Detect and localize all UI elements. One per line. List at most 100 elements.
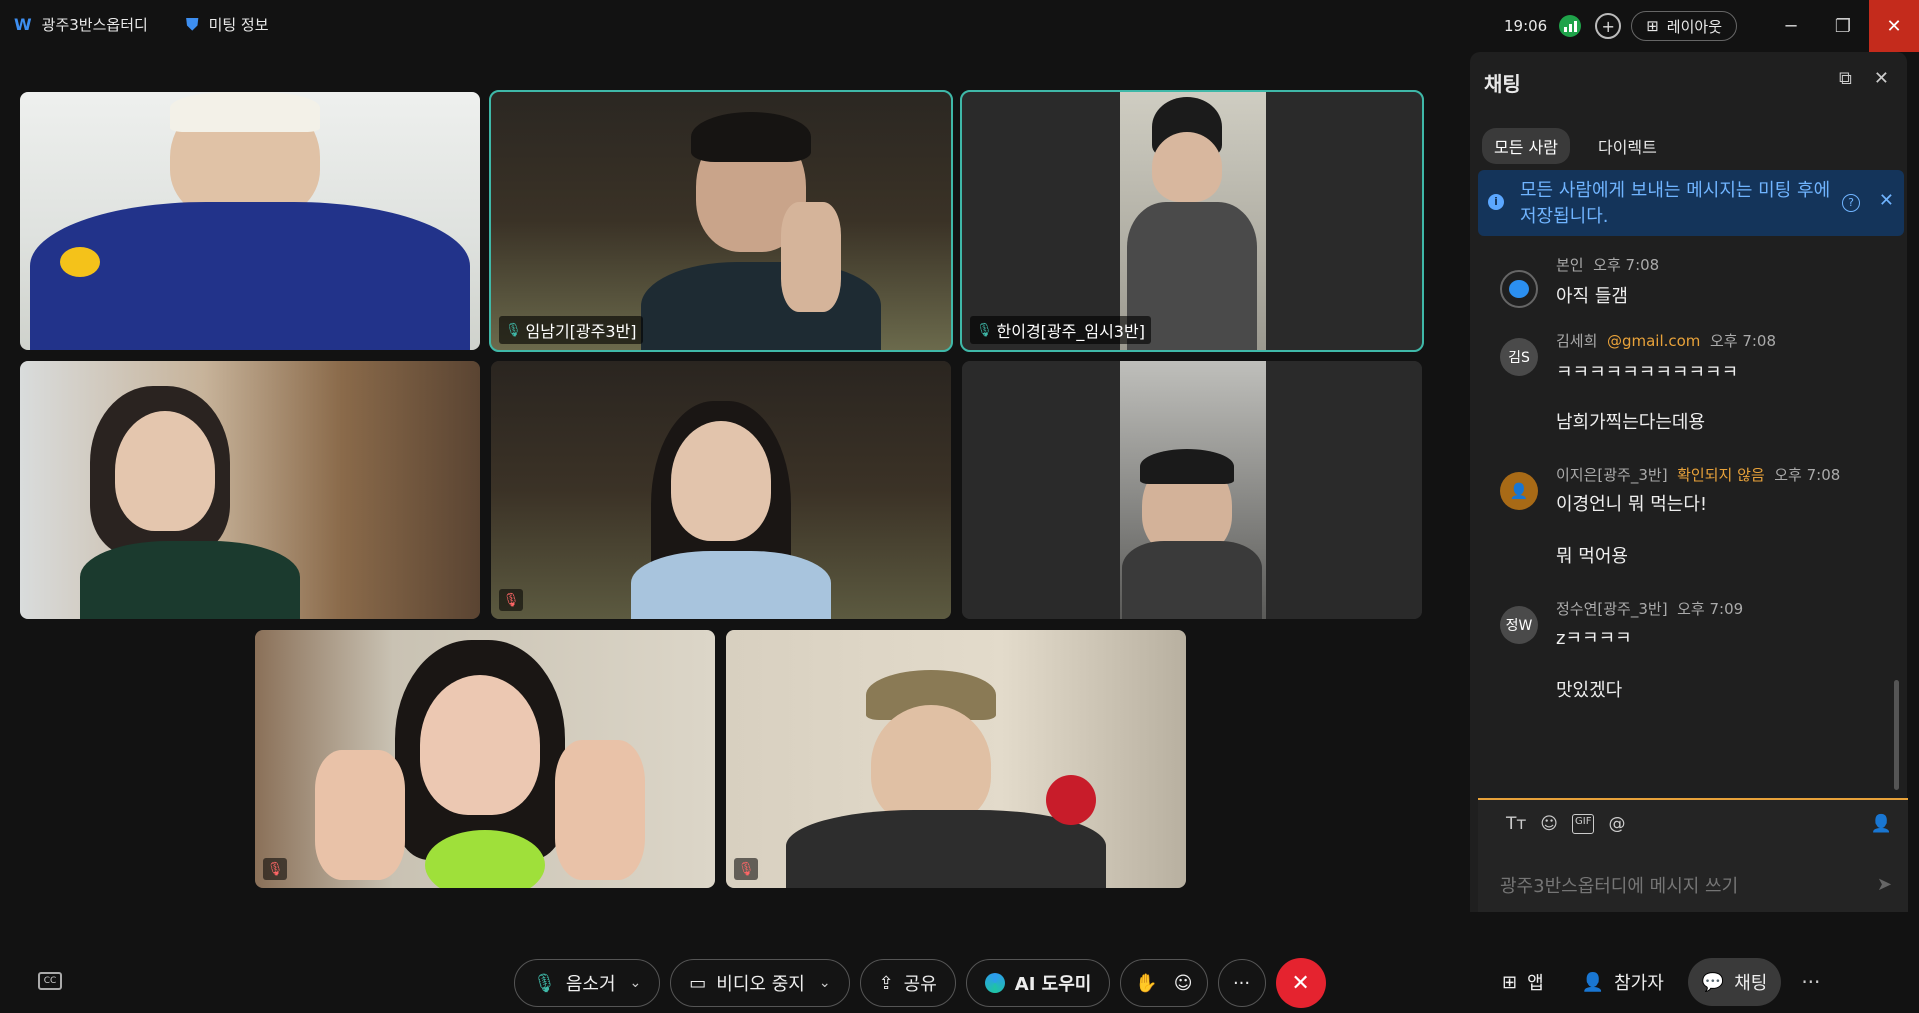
participants-icon: 👤: [1581, 971, 1605, 993]
message-time: 오후 7:08: [1774, 466, 1841, 484]
text-format-icon[interactable]: Tт: [1506, 814, 1526, 834]
reaction-icon[interactable]: ☺: [1174, 973, 1193, 994]
meeting-info-button[interactable]: 미팅 정보: [209, 14, 269, 35]
microphone-icon: 🎙: [533, 972, 556, 994]
layout-label: 레이아웃: [1666, 17, 1722, 36]
close-window-button[interactable]: ✕: [1869, 0, 1919, 52]
stop-video-button[interactable]: ▭ 비디오 중지 ⌄: [670, 959, 850, 1007]
mute-button[interactable]: 🎙 음소거 ⌄: [514, 959, 661, 1007]
gif-icon[interactable]: GIF: [1572, 814, 1595, 834]
ai-assistant-button[interactable]: AI 도우미: [965, 959, 1111, 1007]
video-tile[interactable]: [962, 361, 1422, 619]
sender-name: 이지은[광주_3반]: [1556, 466, 1668, 484]
mute-label: 음소거: [565, 974, 616, 995]
raise-hand-icon[interactable]: ✋: [1135, 973, 1157, 994]
message-text: 아직 들갬: [1556, 286, 1628, 307]
closed-caption-icon[interactable]: CC: [38, 972, 62, 990]
muted-microphone-icon: 🎙: [734, 858, 758, 880]
clock: 19:06: [1503, 17, 1548, 35]
video-camera-icon: ▭: [689, 972, 707, 994]
microphone-icon: 🎙: [505, 322, 522, 338]
message-input[interactable]: [1500, 876, 1840, 897]
chat-bubble-icon: [1509, 280, 1529, 298]
control-bar: CC 🎙 음소거 ⌄ ▭ 비디오 중지 ⌄ ⇪ 공유 AI 도우미 ✋ ☺ ··…: [0, 952, 1919, 1013]
mention-icon[interactable]: @: [1608, 814, 1625, 834]
message-time: 오후 7:08: [1593, 256, 1660, 274]
reactions-button[interactable]: ✋ ☺: [1120, 959, 1208, 1007]
message-text: 남희가찍는다는데용: [1556, 412, 1706, 433]
video-grid: 🎙 임남기[광주3반] 🎙 한이경[광주_임시3반] 🎙 🎙 🎙: [0, 52, 1470, 952]
meeting-name: 광주3반스옵터디: [41, 16, 148, 34]
end-call-button[interactable]: ✕: [1275, 958, 1326, 1008]
more-icon[interactable]: ···: [1791, 970, 1830, 994]
title-bar: W 광주3반스옵터디 ⛊ 미팅 정보 19:06 + ⊞ 레이아웃 ─ ❐ ✕: [0, 0, 1919, 52]
video-tile[interactable]: [20, 361, 480, 619]
participant-name-label: 🎙 임남기[광주3반]: [499, 316, 643, 344]
message-time: 오후 7:09: [1677, 600, 1744, 618]
ai-assistant-icon: [984, 973, 1005, 993]
sender-name: 정수연[광주_3반]: [1556, 600, 1668, 618]
close-icon[interactable]: ✕: [1874, 68, 1889, 89]
message-time: 오후 7:08: [1709, 332, 1777, 350]
layout-button[interactable]: ⊞ 레이아웃: [1631, 11, 1737, 41]
video-tile[interactable]: 🎙: [255, 630, 715, 888]
video-tile[interactable]: 🎙: [726, 630, 1186, 888]
tab-direct[interactable]: 다이렉트: [1586, 128, 1669, 164]
chevron-down-icon[interactable]: ⌄: [630, 975, 642, 991]
muted-microphone-icon: 🎙: [499, 589, 523, 611]
avatar: [1500, 270, 1538, 308]
participant-name-label: 🎙 한이경[광주_임시3반]: [970, 316, 1151, 344]
pop-out-icon[interactable]: ⧉: [1839, 68, 1852, 89]
chat-icon: 💬: [1701, 971, 1725, 993]
help-icon[interactable]: ?: [1842, 194, 1860, 212]
shield-icon[interactable]: ⛊: [186, 15, 199, 35]
tab-everyone[interactable]: 모든 사람: [1482, 128, 1570, 164]
more-options-button[interactable]: ···: [1217, 959, 1266, 1007]
apps-label: 앱: [1527, 973, 1544, 994]
message-text: ㅋㅋㅋㅋㅋㅋㅋㅋㅋㅋㅋ: [1556, 362, 1739, 383]
message-text: zㅋㅋㅋㅋ: [1556, 628, 1632, 649]
chat-notice-banner: i 모든 사람에게 보내는 메시지는 미팅 후에 저장됩니다. ? ✕: [1478, 170, 1904, 236]
unverified-badge: 확인되지 않음: [1677, 466, 1765, 484]
anonymous-person-icon[interactable]: 👤: [1871, 814, 1892, 834]
avatar: 김S: [1500, 338, 1538, 376]
minimize-button[interactable]: ─: [1765, 0, 1817, 52]
apps-icon: ⊞: [1502, 971, 1518, 993]
chevron-down-icon[interactable]: ⌄: [819, 975, 831, 991]
avatar: 정W: [1500, 606, 1538, 644]
participants-button[interactable]: 👤 참가자: [1568, 958, 1678, 1006]
microphone-icon: 🎙: [976, 322, 993, 338]
message-text: 이경언니 뭐 먹는다!: [1556, 494, 1708, 515]
sender-email: @gmail.com: [1606, 332, 1701, 350]
emoji-icon[interactable]: ☺: [1540, 814, 1558, 834]
message-composer: Tт ☺ GIF @ 👤 ➤: [1478, 798, 1908, 912]
video-tile-active-speaker[interactable]: 🎙 한이경[광주_임시3반]: [960, 90, 1424, 352]
ai-label: AI 도우미: [1014, 974, 1092, 995]
apps-button[interactable]: ⊞ 앱: [1488, 958, 1558, 1006]
chat-panel: 채팅 ⧉ ✕ 모든 사람 다이렉트 i 모든 사람에게 보내는 메시지는 미팅 …: [1470, 52, 1919, 952]
notice-text: 모든 사람에게 보내는 메시지는 미팅 후에 저장됩니다.: [1520, 180, 1831, 227]
avatar: 👤: [1500, 472, 1538, 510]
zoom-in-icon[interactable]: +: [1595, 13, 1622, 39]
message-list: 본인 오후 7:08 아직 들갬 김S 김세희 @gmail.com 오후 7:…: [1470, 248, 1907, 788]
sender-name: 김세희: [1556, 332, 1598, 350]
share-label: 공유: [903, 974, 937, 995]
message-text: 맛있겠다: [1556, 680, 1623, 701]
chat-label: 채팅: [1734, 973, 1768, 994]
webex-logo-icon: W: [14, 15, 32, 34]
dismiss-notice-icon[interactable]: ✕: [1879, 190, 1894, 211]
network-signal-icon[interactable]: [1559, 15, 1582, 37]
chat-title: 채팅: [1484, 72, 1521, 96]
chat-button[interactable]: 💬 채팅: [1687, 958, 1782, 1006]
participants-label: 참가자: [1614, 973, 1664, 994]
person-icon: 👤: [1509, 482, 1529, 500]
info-icon: i: [1488, 194, 1504, 210]
send-icon[interactable]: ➤: [1877, 874, 1892, 895]
video-tile[interactable]: 🎙: [491, 361, 951, 619]
share-button[interactable]: ⇪ 공유: [859, 959, 956, 1007]
video-tile-active-speaker[interactable]: 🎙 임남기[광주3반]: [489, 90, 953, 352]
chat-scrollbar[interactable]: [1894, 680, 1899, 790]
restore-button[interactable]: ❐: [1817, 0, 1869, 52]
sender-name: 본인: [1556, 256, 1584, 274]
video-tile[interactable]: [20, 92, 480, 350]
